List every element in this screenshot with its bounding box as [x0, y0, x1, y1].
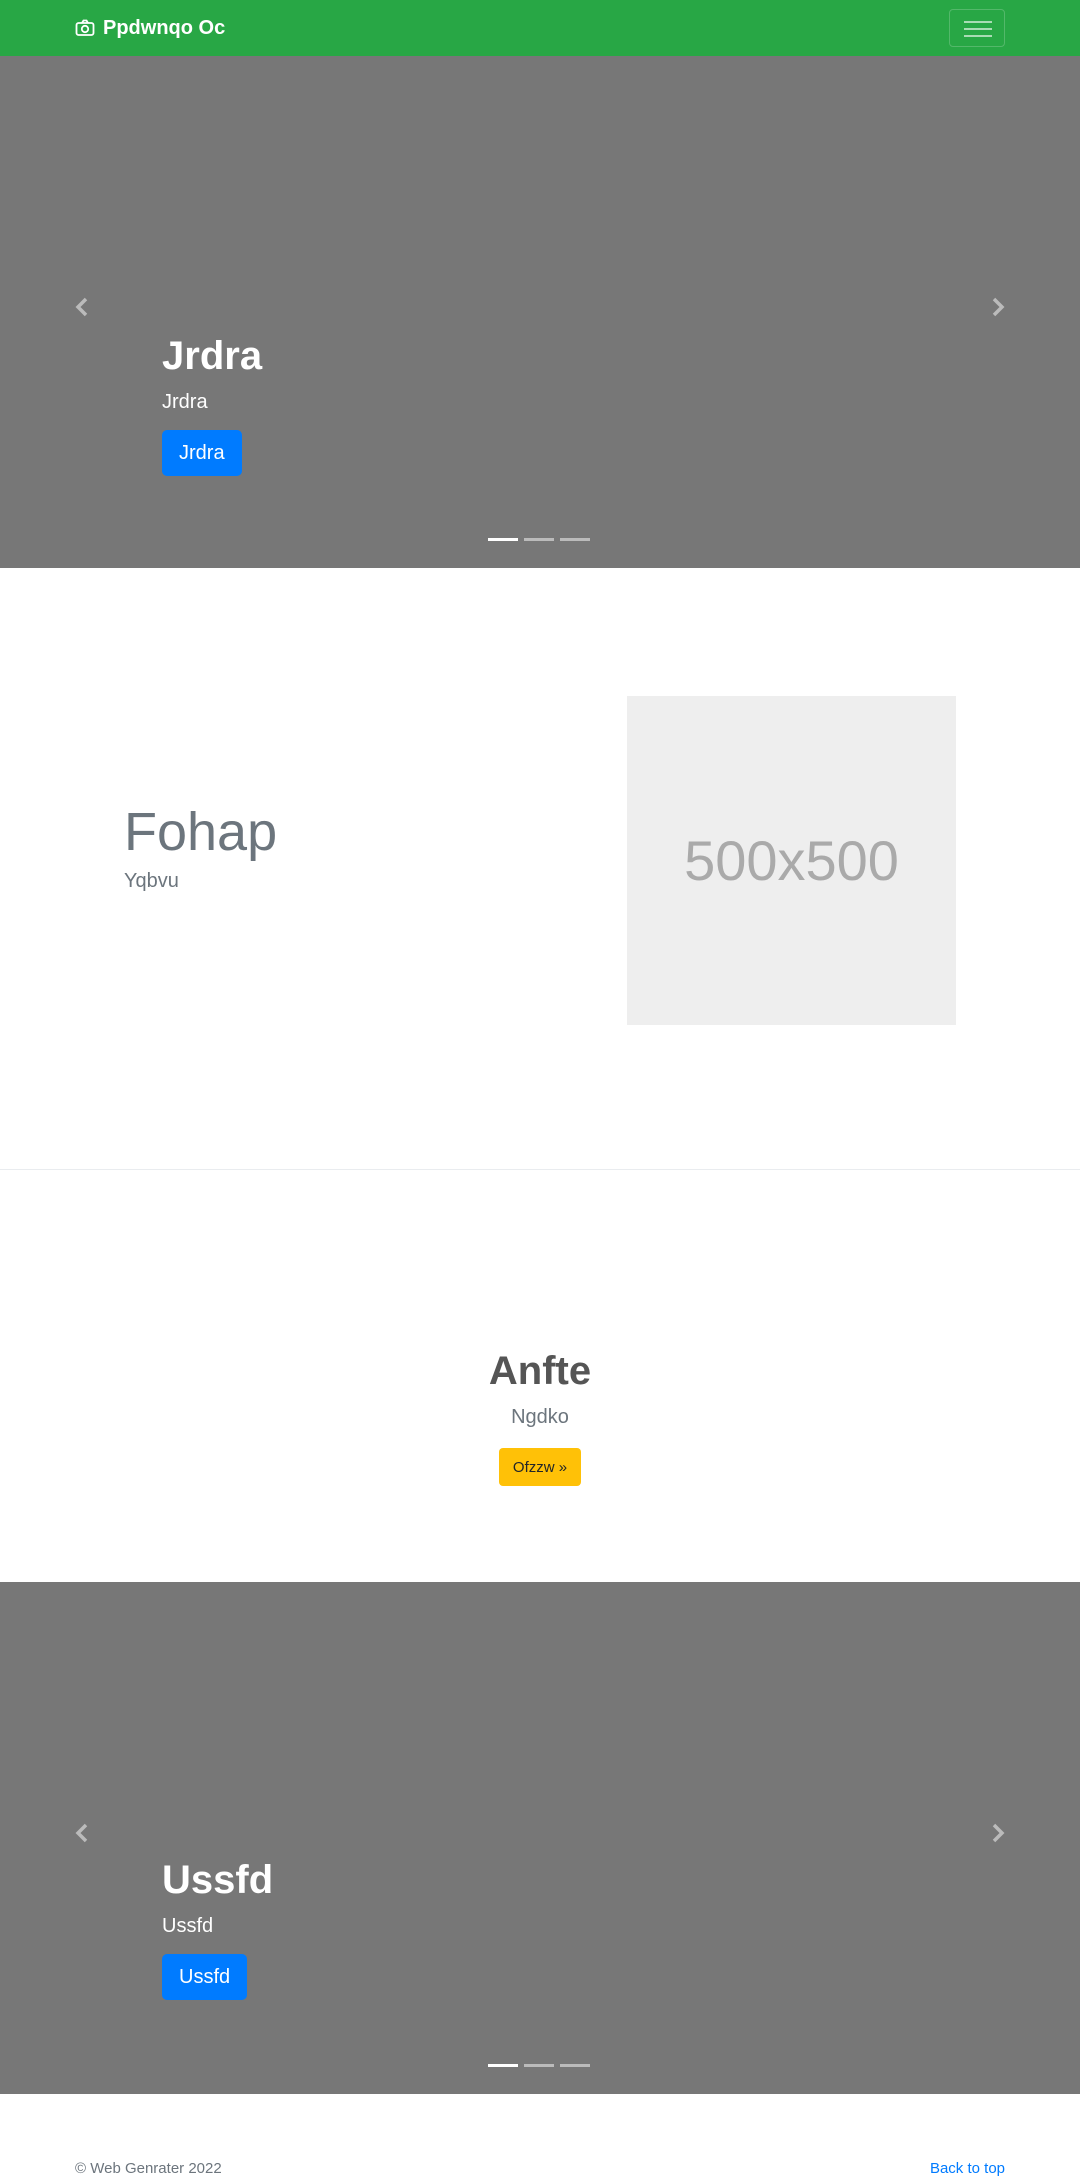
carousel-indicator[interactable]: [524, 2064, 554, 2067]
hamburger-icon: [964, 35, 992, 37]
chevron-left-icon[interactable]: [67, 1818, 97, 1848]
hamburger-icon: [964, 21, 992, 23]
carousel-title: Jrdra: [162, 334, 263, 378]
chevron-right-icon[interactable]: [983, 1818, 1013, 1848]
hero-title: Anfte: [488, 1349, 592, 1393]
navbar: Ppdwnqo Oc: [0, 0, 1080, 56]
chevron-right-icon[interactable]: [983, 292, 1013, 322]
placeholder-label: 500x500: [684, 829, 899, 892]
carousel-bottom: Ussfd Ussfd Ussfd: [0, 1582, 1080, 2094]
carousel-indicator[interactable]: [488, 538, 518, 541]
back-to-top-link[interactable]: Back to top: [930, 2160, 1005, 2177]
navbar-toggler-button[interactable]: [949, 9, 1005, 47]
hero-subtitle: Ngdko: [511, 1406, 569, 1428]
carousel-text: Ussfd: [162, 1915, 214, 1937]
carousel-top: Jrdra Jrdra Jrdra: [0, 56, 1080, 568]
carousel-caption: Jrdra Jrdra Jrdra: [162, 332, 262, 476]
carousel-caption: Ussfd Ussfd Ussfd: [162, 1856, 273, 2000]
brand-link[interactable]: Ppdwnqo Oc: [75, 14, 225, 42]
carousel-indicator[interactable]: [488, 2064, 518, 2067]
feature-title: Fohap: [124, 802, 278, 862]
hero-button[interactable]: Ofzzw »: [499, 1448, 581, 1486]
carousel-indicators: [488, 538, 596, 541]
carousel-indicators: [488, 2064, 596, 2067]
carousel-indicator[interactable]: [524, 538, 554, 541]
carousel-title: Ussfd: [162, 1858, 274, 1902]
footer-copyright: © Web Genrater 2022: [75, 2160, 222, 2177]
chevron-left-icon[interactable]: [67, 292, 97, 322]
carousel-indicator[interactable]: [560, 538, 590, 541]
carousel-indicator[interactable]: [560, 2064, 590, 2067]
section-divider: [0, 1169, 1080, 1170]
camera-icon: [75, 19, 95, 36]
hamburger-icon: [964, 28, 992, 30]
carousel-text: Jrdra: [162, 391, 208, 413]
placeholder-image: 500x500: [627, 696, 956, 1025]
feature-subtitle: Yqbvu: [124, 870, 179, 892]
carousel-cta-button[interactable]: Jrdra: [162, 430, 242, 476]
brand-name: Ppdwnqo Oc: [103, 16, 226, 39]
carousel-cta-button[interactable]: Ussfd: [162, 1954, 248, 2000]
